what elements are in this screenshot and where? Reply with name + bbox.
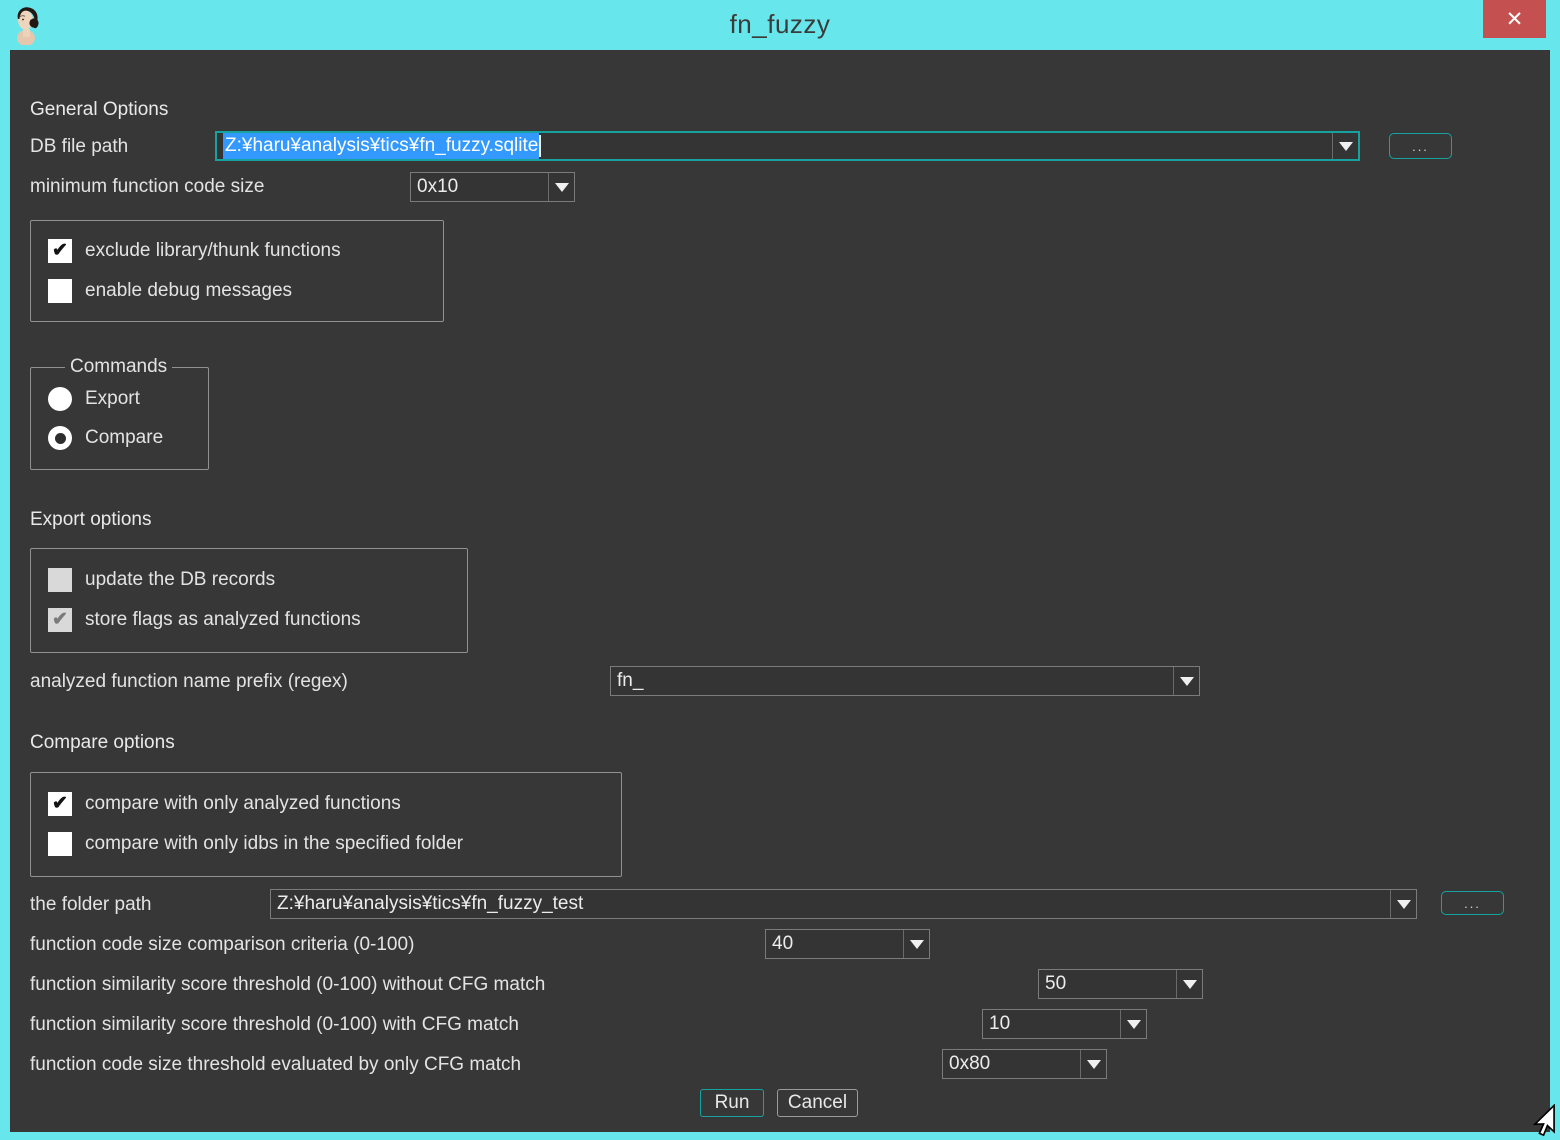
min-code-size-combobox[interactable]: 0x10 [410,172,575,202]
sim-with-cfg-label: function similarity score threshold (0-1… [30,1013,519,1037]
cancel-button[interactable]: Cancel [777,1089,858,1117]
size-criteria-combobox[interactable]: 40 [765,929,930,959]
commands-group: Commands [30,367,209,470]
general-options-heading: General Options [30,99,168,121]
debug-messages-label[interactable]: enable debug messages [85,279,292,303]
export-radio[interactable] [48,387,72,411]
only-idbs-label[interactable]: compare with only idbs in the specified … [85,832,463,856]
chevron-down-icon[interactable] [1176,970,1202,998]
folder-browse-button[interactable]: ... [1441,891,1504,915]
chevron-down-icon[interactable] [1173,667,1199,695]
sim-without-cfg-combobox[interactable]: 50 [1038,969,1203,999]
prefix-label: analyzed function name prefix (regex) [30,670,348,694]
sim-with-cfg-combobox[interactable]: 10 [982,1009,1147,1039]
compare-checkbox-group [30,772,622,877]
size-cfg-only-value: 0x80 [943,1050,1080,1078]
update-db-label: update the DB records [85,568,275,592]
min-code-size-value: 0x10 [411,173,548,201]
titlebar: fn_fuzzy ✕ [0,0,1560,50]
sim-with-cfg-value: 10 [983,1010,1120,1038]
folder-path-combobox[interactable]: Z:¥haru¥analysis¥tics¥fn_fuzzy_test [270,889,1417,919]
compare-radio[interactable] [48,426,72,450]
db-file-path-combobox[interactable]: Z:¥haru¥analysis¥tics¥fn_fuzzy.sqlite [215,131,1360,161]
chevron-down-icon[interactable] [1332,133,1358,159]
only-analyzed-label[interactable]: compare with only analyzed functions [85,792,401,816]
text-caret [539,135,541,157]
prefix-combobox[interactable]: fn_ [610,666,1200,696]
general-checkbox-group [30,220,444,322]
window-title: fn_fuzzy [0,9,1560,40]
commands-legend: Commands [65,356,172,378]
exclude-library-label[interactable]: exclude library/thunk functions [85,239,341,263]
chevron-down-icon[interactable] [1120,1010,1146,1038]
debug-messages-checkbox[interactable] [48,279,72,303]
sim-without-cfg-value: 50 [1039,970,1176,998]
exclude-library-checkbox[interactable] [48,239,72,263]
dialog-body: General Options DB file path Z:¥haru¥ana… [10,50,1550,1132]
run-button[interactable]: Run [700,1089,764,1117]
size-criteria-label: function code size comparison criteria (… [30,933,414,957]
db-file-path-label: DB file path [30,135,128,159]
update-db-checkbox [48,568,72,592]
folder-path-value: Z:¥haru¥analysis¥tics¥fn_fuzzy_test [271,890,1390,918]
chevron-down-icon[interactable] [1390,890,1416,918]
export-options-heading: Export options [30,509,151,531]
min-code-size-label: minimum function code size [30,175,264,199]
compare-options-heading: Compare options [30,732,175,754]
folder-path-label: the folder path [30,893,151,917]
prefix-value: fn_ [611,667,1173,695]
store-flags-label: store flags as analyzed functions [85,608,361,632]
db-path-browse-button[interactable]: ... [1389,133,1452,159]
compare-radio-label[interactable]: Compare [85,426,163,450]
size-cfg-only-combobox[interactable]: 0x80 [942,1049,1107,1079]
export-radio-label[interactable]: Export [85,387,140,411]
chevron-down-icon[interactable] [548,173,574,201]
only-analyzed-checkbox[interactable] [48,792,72,816]
sim-without-cfg-label: function similarity score threshold (0-1… [30,973,545,997]
size-criteria-value: 40 [766,930,903,958]
store-flags-checkbox [48,608,72,632]
export-checkbox-group [30,548,468,653]
db-file-path-value: Z:¥haru¥analysis¥tics¥fn_fuzzy.sqlite [217,133,1332,159]
close-icon[interactable]: ✕ [1483,0,1546,38]
chevron-down-icon[interactable] [903,930,929,958]
only-idbs-checkbox[interactable] [48,832,72,856]
size-cfg-only-label: function code size threshold evaluated b… [30,1053,521,1077]
chevron-down-icon[interactable] [1080,1050,1106,1078]
